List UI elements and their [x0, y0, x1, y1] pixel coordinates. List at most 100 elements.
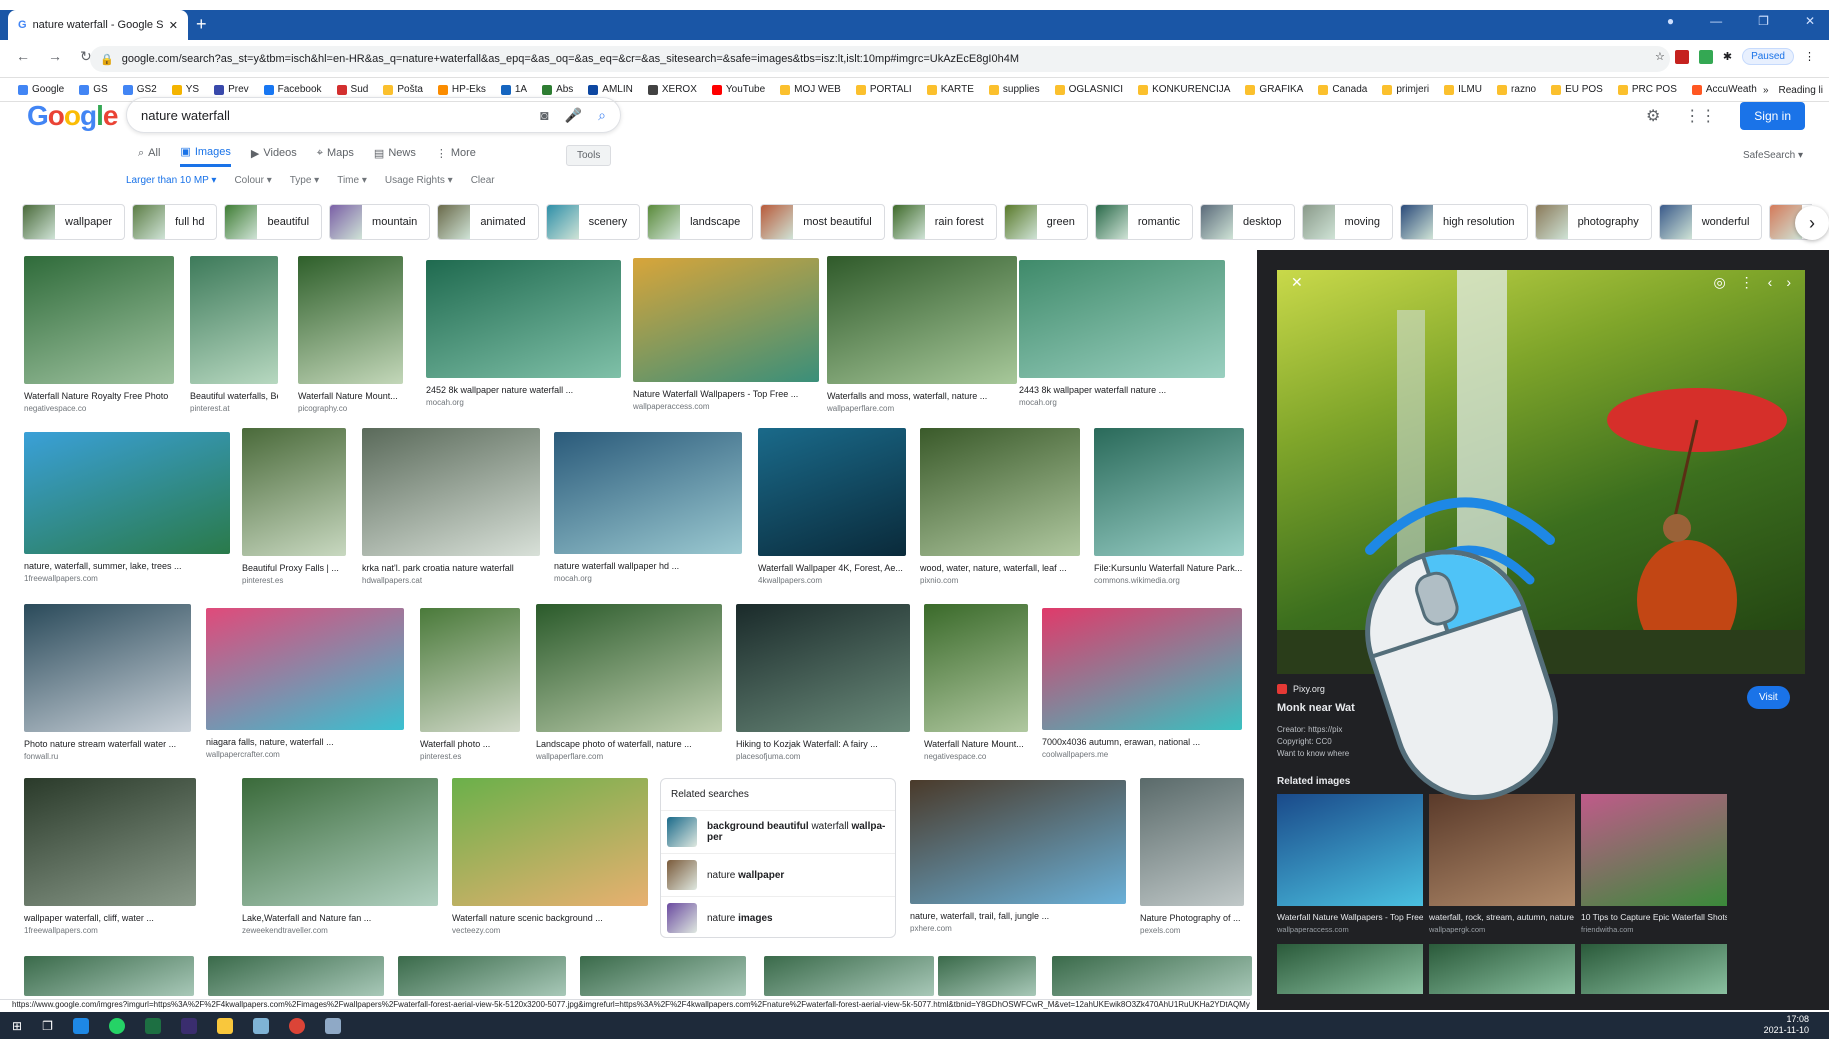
bookmark-item[interactable]: Pošta	[383, 84, 423, 95]
related-image-partial[interactable]	[1277, 944, 1423, 994]
google-logo[interactable]: Google	[27, 100, 118, 132]
image-result[interactable]: Waterfall Nature Royalty Free Photo negat…	[24, 256, 174, 413]
image-result-partial[interactable]	[398, 956, 566, 996]
result-thumbnail[interactable]	[924, 604, 1028, 732]
file-explorer-icon[interactable]	[216, 1017, 233, 1034]
filter-item[interactable]: Clear	[471, 175, 495, 186]
tab-more[interactable]: ⋮ More	[436, 145, 476, 167]
system-clock[interactable]: 17:08 2021-11-10	[1764, 1014, 1809, 1036]
tab-videos[interactable]: ▶ Videos	[251, 145, 297, 167]
result-thumbnail[interactable]	[242, 428, 346, 556]
chip-most-beautiful[interactable]: most beautiful	[760, 204, 885, 240]
premiere-app-icon[interactable]	[180, 1017, 197, 1034]
microphone-icon[interactable]: 🎤	[565, 107, 582, 124]
related-image[interactable]: Waterfall Nature Wallpapers - Top Free .…	[1277, 794, 1423, 934]
result-caption[interactable]: Beautiful waterfalls, Be...	[190, 391, 278, 401]
preview-image[interactable]	[1277, 270, 1805, 674]
image-result[interactable]: nature waterfall wallpaper hd ... mocah.o…	[554, 432, 742, 583]
extension-red-icon[interactable]	[1674, 49, 1689, 64]
forward-icon[interactable]: →	[48, 48, 62, 65]
result-source[interactable]: negativespace.co	[24, 404, 174, 413]
settings-gear-icon[interactable]: ⚙	[1646, 106, 1660, 126]
image-result[interactable]: Beautiful Proxy Falls | ... pinterest.es	[242, 428, 346, 585]
result-caption[interactable]: Waterfall Nature Royalty Free Photo	[24, 391, 174, 401]
result-caption[interactable]: 2443 8k wallpaper waterfall nature ...	[1019, 385, 1225, 395]
result-caption[interactable]: Nature Waterfall Wallpapers - Top Free .…	[633, 389, 819, 399]
image-result[interactable]: Hiking to Kozjak Waterfall: A fairy ... p…	[736, 604, 910, 761]
result-source[interactable]: negativespace.co	[924, 752, 1028, 761]
bookmark-item[interactable]: XEROX	[647, 84, 697, 95]
result-thumbnail[interactable]	[536, 604, 722, 732]
result-thumbnail[interactable]	[426, 260, 621, 378]
result-thumbnail[interactable]	[452, 778, 648, 906]
chip-photography[interactable]: photography	[1534, 204, 1652, 240]
filter-item[interactable]: Type ▾	[290, 175, 319, 186]
chip-animated[interactable]: animated	[437, 204, 539, 240]
filter-item[interactable]: Time ▾	[337, 175, 367, 186]
bookmark-item[interactable]: GRAFIKA	[1245, 84, 1303, 95]
close-preview-icon[interactable]: ✕	[1291, 274, 1303, 291]
image-result[interactable]: Waterfall Nature Mount... negativespace.c…	[924, 604, 1028, 761]
result-thumbnail[interactable]	[24, 778, 196, 906]
result-source[interactable]: coolwallpapers.me	[1042, 750, 1242, 759]
related-image-caption[interactable]: Waterfall Nature Wallpapers - Top Free .…	[1277, 912, 1423, 922]
search-icon[interactable]: ⌕	[598, 107, 606, 124]
result-thumbnail[interactable]	[208, 956, 384, 996]
bookmark-item[interactable]: GS	[79, 84, 108, 95]
filter-item[interactable]: Usage Rights ▾	[385, 175, 453, 186]
image-result-partial[interactable]	[938, 956, 1036, 996]
image-result[interactable]: Beautiful waterfalls, Be... pinterest.at	[190, 256, 278, 413]
result-thumbnail[interactable]	[764, 956, 934, 996]
image-result-partial[interactable]	[24, 956, 194, 996]
bookmark-item[interactable]: GS2	[122, 84, 157, 95]
result-thumbnail[interactable]	[362, 428, 540, 556]
store-app-icon[interactable]	[252, 1017, 269, 1034]
related-image-partial[interactable]	[1429, 944, 1575, 994]
result-caption[interactable]: niagara falls, nature, waterfall ...	[206, 737, 404, 747]
new-tab-button[interactable]: +	[196, 14, 207, 34]
result-source[interactable]: pxhere.com	[910, 924, 1126, 933]
result-thumbnail[interactable]	[298, 256, 403, 384]
bookmark-item[interactable]: Canada	[1318, 84, 1367, 95]
result-source[interactable]: wallpaperaccess.com	[633, 402, 819, 411]
image-result[interactable]: Photo nature stream waterfall water ... f…	[24, 604, 191, 761]
extension-green-icon[interactable]	[1698, 49, 1713, 64]
result-thumbnail[interactable]	[938, 956, 1036, 996]
result-source[interactable]: wallpaperflare.com	[536, 752, 722, 761]
image-result[interactable]: wood, water, nature, waterfall, leaf ...…	[920, 428, 1080, 585]
bookmark-item[interactable]: PRC POS	[1617, 84, 1677, 95]
image-result[interactable]: krka nat'l. park croatia nature waterfal…	[362, 428, 540, 585]
image-result[interactable]: Nature Waterfall Wallpapers - Top Free .…	[633, 258, 819, 411]
related-image-thumbnail[interactable]	[1429, 794, 1575, 906]
result-thumbnail[interactable]	[827, 256, 1017, 384]
reading-list-button[interactable]: Reading li	[1779, 85, 1823, 96]
bookmark-item[interactable]: HP-Eks	[437, 84, 486, 95]
search-box[interactable]: nature waterfall ◙ 🎤 ⌕	[126, 97, 621, 133]
related-image-thumbnail[interactable]	[1581, 794, 1727, 906]
result-source[interactable]: fonwall.ru	[24, 752, 191, 761]
image-result[interactable]: Nature Photography of ... pexels.com	[1140, 778, 1244, 935]
chip-wonderful[interactable]: wonderful	[1658, 204, 1763, 240]
related-image-thumbnail[interactable]	[1277, 944, 1423, 994]
image-result[interactable]: niagara falls, nature, waterfall ... wall…	[206, 608, 404, 759]
result-thumbnail[interactable]	[910, 780, 1126, 904]
image-result[interactable]: Waterfall photo ... pinterest.es	[420, 608, 520, 761]
bookmark-item[interactable]: Facebook	[263, 84, 322, 95]
result-thumbnail[interactable]	[24, 956, 194, 996]
address-bar[interactable]: 🔒 google.com/search?as_st=y&tbm=isch&hl=…	[90, 46, 1670, 72]
bookmark-item[interactable]: supplies	[988, 84, 1040, 95]
result-source[interactable]: pexels.com	[1140, 926, 1244, 935]
result-thumbnail[interactable]	[580, 956, 746, 996]
result-thumbnail[interactable]	[242, 778, 438, 906]
result-source[interactable]: vecteezy.com	[452, 926, 648, 935]
chip-desktop[interactable]: desktop	[1200, 204, 1295, 240]
result-caption[interactable]: nature, waterfall, trail, fall, jungle .…	[910, 911, 1126, 921]
preview-site[interactable]: Pixy.org	[1293, 684, 1325, 694]
filter-item[interactable]: Colour ▾	[234, 175, 271, 186]
result-caption[interactable]: Waterfalls and moss, waterfall, nature .…	[827, 391, 1017, 401]
result-caption[interactable]: Lake,Waterfall and Nature fan ...	[242, 913, 438, 923]
image-result[interactable]: wallpaper waterfall, cliff, water ... 1fr…	[24, 778, 196, 935]
result-source[interactable]: mocah.org	[1019, 398, 1225, 407]
chip-landscape[interactable]: landscape	[647, 204, 754, 240]
chip-scenery[interactable]: scenery	[545, 204, 641, 240]
